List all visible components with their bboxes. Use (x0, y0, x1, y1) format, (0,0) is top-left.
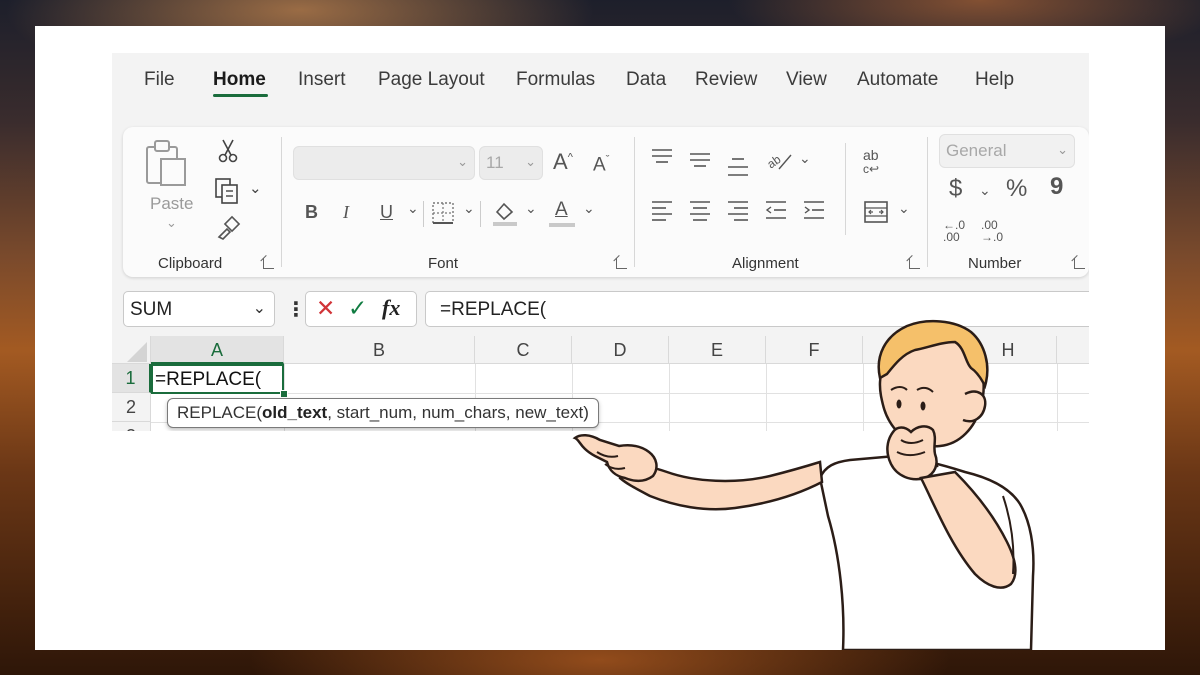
pointing-person-illustration (572, 320, 1035, 650)
content-card: File Home Insert Page Layout Formulas Da… (35, 26, 1165, 650)
